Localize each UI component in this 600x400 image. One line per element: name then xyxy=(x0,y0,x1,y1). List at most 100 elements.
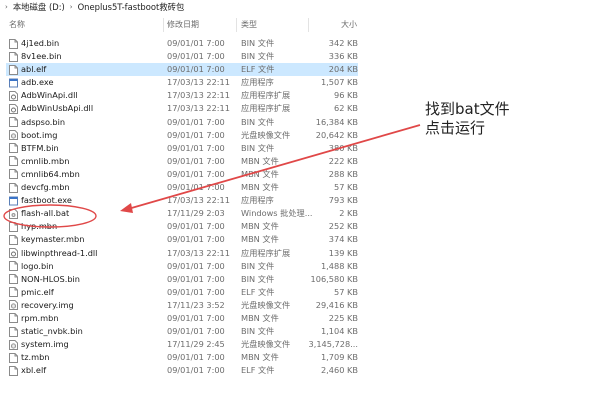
file-row[interactable]: devcfg.mbn 09/01/01 7:00 MBN 文件 57 KB xyxy=(0,181,600,194)
breadcrumb-item-drive[interactable]: 本地磁盘 (D:) xyxy=(13,1,65,13)
file-size: 2,460 KB xyxy=(320,365,358,376)
file-row[interactable]: cmnlib64.mbn 09/01/01 7:00 MBN 文件 288 KB xyxy=(0,168,600,181)
file-list: 4j1ed.bin 09/01/01 7:00 BIN 文件 342 KB 8v1ee.… xyxy=(0,37,600,377)
file-name: AdbWinUsbApi.dll xyxy=(21,103,94,114)
file-row[interactable]: NON-HLOS.bin 09/01/01 7:00 BIN 文件 106,580 K… xyxy=(0,273,600,286)
column-header-row: 名称 修改日期 类型 大小 xyxy=(0,16,600,34)
generic-file-icon xyxy=(9,274,18,285)
file-row[interactable]: recovery.img 17/11/23 3:52 光盘映像文件 29,416 KB xyxy=(0,299,600,312)
file-modified-date: 09/01/01 7:00 xyxy=(167,142,225,153)
batch-file-icon xyxy=(9,208,18,219)
file-row[interactable]: hyp.mbn 09/01/01 7:00 MBN 文件 252 KB xyxy=(0,220,600,233)
file-modified-date: 09/01/01 7:00 xyxy=(167,51,225,62)
generic-file-icon xyxy=(9,117,18,128)
file-size: 252 KB xyxy=(328,221,358,232)
file-row[interactable]: cmnlib.mbn 09/01/01 7:00 MBN 文件 222 KB xyxy=(0,155,600,168)
file-row[interactable]: 8v1ee.bin 09/01/01 7:00 BIN 文件 336 KB xyxy=(0,50,600,63)
file-row[interactable]: AdbWinUsbApi.dll 17/03/13 22:11 应用程序扩展 62 K… xyxy=(0,102,600,115)
generic-file-icon xyxy=(9,326,18,337)
file-row[interactable]: tz.mbn 09/01/01 7:00 MBN 文件 1,709 KB xyxy=(0,351,600,364)
file-modified-date: 09/01/01 7:00 xyxy=(167,326,225,337)
file-modified-date: 09/01/01 7:00 xyxy=(167,312,225,323)
file-row[interactable]: fastboot.exe 17/03/13 22:11 应用程序 793 KB xyxy=(0,194,600,207)
file-row[interactable]: AdbWinApi.dll 17/03/13 22:11 应用程序扩展 96 KB xyxy=(0,89,600,102)
file-name: static_nvbk.bin xyxy=(21,326,83,337)
file-size: 2 KB xyxy=(339,208,358,219)
file-name: adspso.bin xyxy=(21,116,66,127)
file-row[interactable]: boot.img 09/01/01 7:00 光盘映像文件 20,642 KB xyxy=(0,129,600,142)
column-header-type[interactable]: 类型 xyxy=(241,19,257,30)
file-size: 96 KB xyxy=(333,90,358,101)
exe-icon xyxy=(9,196,18,206)
generic-file-icon xyxy=(9,51,18,62)
file-type: ELF 文件 xyxy=(241,365,275,376)
file-type: MBN 文件 xyxy=(241,155,279,166)
file-size: 106,580 KB xyxy=(310,273,358,284)
file-row[interactable]: system.img 17/11/29 2:45 光盘映像文件 3,145,728..… xyxy=(0,338,600,351)
file-row[interactable]: static_nvbk.bin 09/01/01 7:00 BIN 文件 1,104 … xyxy=(0,325,600,338)
file-size: 1,104 KB xyxy=(320,326,358,337)
file-size: 222 KB xyxy=(328,155,358,166)
file-type: BIN 文件 xyxy=(241,326,275,337)
file-name: xbl.elf xyxy=(21,365,47,376)
file-size: 1,507 KB xyxy=(320,77,358,88)
file-row[interactable]: rpm.mbn 09/01/01 7:00 MBN 文件 225 KB xyxy=(0,312,600,325)
file-size: 62 KB xyxy=(333,103,358,114)
file-type: MBN 文件 xyxy=(241,234,279,245)
column-header-size[interactable]: 大小 xyxy=(341,19,357,30)
breadcrumb-separator-icon[interactable]: › xyxy=(70,3,73,11)
file-row[interactable]: xbl.elf 09/01/01 7:00 ELF 文件 2,460 KB xyxy=(0,364,600,377)
dll-icon xyxy=(9,90,18,101)
dll-icon xyxy=(9,248,18,258)
file-modified-date: 09/01/01 7:00 xyxy=(167,234,225,245)
file-name: 8v1ee.bin xyxy=(21,51,62,62)
file-type: 光盘映像文件 xyxy=(241,299,291,310)
breadcrumb-item-folder[interactable]: Oneplus5T-fastboot救砖包 xyxy=(78,1,185,13)
file-row[interactable]: flash-all.bat 17/11/29 2:03 Windows 批处理...… xyxy=(0,207,600,220)
column-divider[interactable] xyxy=(163,18,164,32)
file-modified-date: 09/01/01 7:00 xyxy=(167,116,225,127)
file-size: 29,416 KB xyxy=(315,299,358,310)
file-type: MBN 文件 xyxy=(241,168,279,179)
generic-file-icon xyxy=(9,221,18,232)
file-type: BIN 文件 xyxy=(241,38,275,48)
file-modified-date: 09/01/01 7:00 xyxy=(167,273,225,284)
file-type: 应用程序 xyxy=(241,77,274,88)
file-row[interactable]: libwinpthread-1.dll 17/03/13 22:11 应用程序扩展 1… xyxy=(0,247,600,260)
file-row[interactable]: abl.elf 09/01/01 7:00 ELF 文件 204 KB xyxy=(0,63,600,77)
generic-file-icon xyxy=(9,365,18,376)
file-modified-date: 17/03/13 22:11 xyxy=(167,103,230,114)
file-name: libwinpthread-1.dll xyxy=(21,247,98,258)
disc-image-icon xyxy=(9,300,18,311)
breadcrumb-separator-icon[interactable]: › xyxy=(5,3,8,11)
file-row[interactable]: keymaster.mbn 09/01/01 7:00 MBN 文件 374 KB xyxy=(0,233,600,246)
file-row[interactable]: adb.exe 17/03/13 22:11 应用程序 1,507 KB xyxy=(0,76,600,89)
file-modified-date: 09/01/01 7:00 xyxy=(167,365,225,376)
file-size: 139 KB xyxy=(328,247,358,258)
file-type: MBN 文件 xyxy=(241,352,279,363)
file-name: fastboot.exe xyxy=(21,195,72,206)
file-size: 57 KB xyxy=(333,286,358,297)
generic-file-icon xyxy=(9,38,18,49)
file-modified-date: 17/03/13 22:11 xyxy=(167,247,230,258)
file-size: 16,384 KB xyxy=(315,116,358,127)
column-divider[interactable] xyxy=(236,18,237,32)
file-type: ELF 文件 xyxy=(241,286,275,297)
annotation-line: 点击运行 xyxy=(425,119,486,137)
file-type: 应用程序扩展 xyxy=(241,103,291,114)
file-row[interactable]: pmic.elf 09/01/01 7:00 ELF 文件 57 KB xyxy=(0,286,600,299)
file-size: 204 KB xyxy=(328,64,358,75)
file-type: MBN 文件 xyxy=(241,221,279,232)
file-row[interactable]: logo.bin 09/01/01 7:00 BIN 文件 1,488 KB xyxy=(0,260,600,273)
file-name: tz.mbn xyxy=(21,352,50,363)
file-row[interactable]: 4j1ed.bin 09/01/01 7:00 BIN 文件 342 KB xyxy=(0,37,600,50)
column-divider[interactable] xyxy=(308,18,309,32)
file-modified-date: 17/03/13 22:11 xyxy=(167,77,230,88)
column-header-name[interactable]: 名称 xyxy=(9,19,25,30)
file-row[interactable]: adspso.bin 09/01/01 7:00 BIN 文件 16,384 KB xyxy=(0,116,600,129)
file-row[interactable]: BTFM.bin 09/01/01 7:00 BIN 文件 380 KB xyxy=(0,142,600,155)
file-modified-date: 09/01/01 7:00 xyxy=(167,221,225,232)
column-header-date[interactable]: 修改日期 xyxy=(167,19,199,30)
file-size: 225 KB xyxy=(328,312,358,323)
generic-file-icon xyxy=(9,182,18,193)
